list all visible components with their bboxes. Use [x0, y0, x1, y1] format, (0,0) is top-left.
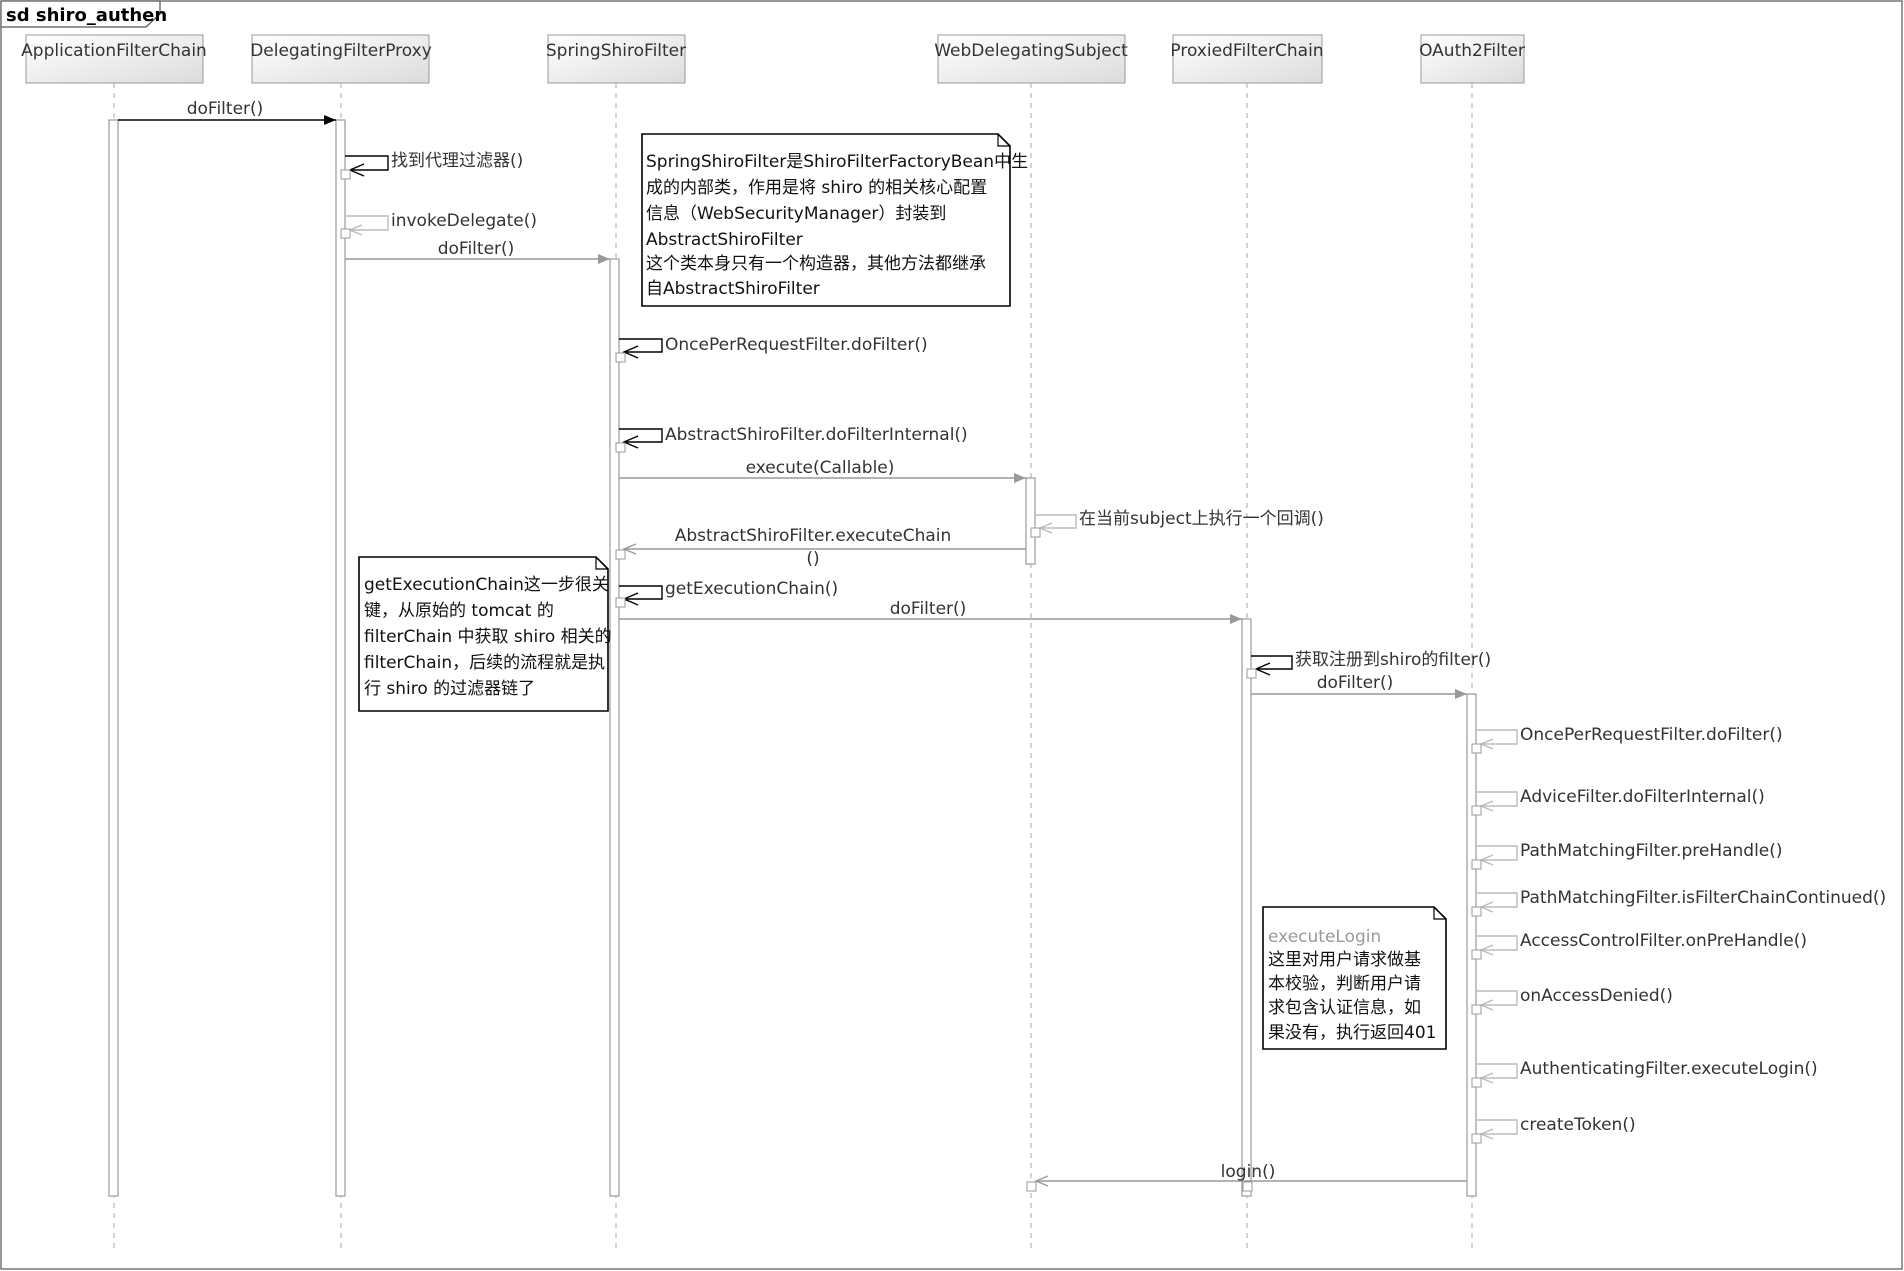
note-line: 成的内部类，作用是将 shiro 的相关核心配置 — [646, 178, 987, 198]
lifeline-label: DelegatingFilterProxy — [250, 41, 432, 61]
activation-bar-applicationfilterchain — [108, 119, 119, 1197]
message-dofilter-to-delegatingfilterproxy[interactable]: doFilter() — [118, 99, 336, 125]
activation-bar-webdelegatingsubject — [1025, 477, 1036, 565]
note-line: 果没有，执行返回401 — [1268, 1023, 1436, 1043]
self-message-execute-callback-on-subject[interactable]: 在当前subject上执行一个回调() — [1030, 509, 1324, 538]
message-dofilter-to-proxiedfilterchain[interactable]: doFilter() — [619, 599, 1242, 624]
message-label: execute(Callable) — [746, 458, 895, 478]
note-line: AbstractShiroFilter — [646, 230, 803, 250]
message-label: login() — [1221, 1162, 1276, 1182]
message-label: 找到代理过滤器() — [391, 151, 523, 171]
note-line: 键，从原始的 tomcat 的 — [364, 601, 554, 621]
self-message-onaccessdenied[interactable]: onAccessDenied() — [1471, 986, 1673, 1015]
note-line: SpringShiroFilter是ShiroFilterFactoryBean… — [646, 152, 1028, 172]
message-label: PathMatchingFilter.preHandle() — [1520, 841, 1783, 861]
message-label-line2: () — [806, 549, 819, 569]
self-message-find-proxy-filter[interactable]: 找到代理过滤器() — [340, 151, 523, 180]
message-label: AbstractShiroFilter.doFilterInternal() — [665, 425, 968, 445]
message-label: doFilter() — [438, 239, 515, 259]
message-label-line1: AbstractShiroFilter.executeChain — [675, 526, 952, 546]
note-line: 自AbstractShiroFilter — [646, 279, 820, 299]
message-label: doFilter() — [890, 599, 967, 619]
note-line: 这里对用户请求做基 — [1268, 950, 1421, 970]
sequence-diagram: sd shiro_authen ApplicationFilterChain D… — [0, 0, 1903, 1270]
frame-title: sd shiro_authen — [6, 5, 167, 26]
note-line: 这个类本身只有一个构造器，其他方法都继承 — [646, 254, 986, 274]
note-line: 求包含认证信息，如 — [1268, 998, 1421, 1018]
lifeline-label: OAuth2Filter — [1419, 41, 1525, 61]
lifeline-label: ApplicationFilterChain — [21, 41, 207, 61]
note-heading: executeLogin — [1268, 927, 1381, 947]
self-message-authenticatingfilter-executelogin[interactable]: AuthenticatingFilter.executeLogin() — [1471, 1059, 1818, 1088]
message-executechain[interactable]: AbstractShiroFilter.executeChain () — [615, 526, 1026, 569]
self-message-pathmatchingfilter-prehandle[interactable]: PathMatchingFilter.preHandle() — [1471, 841, 1783, 870]
message-label: 在当前subject上执行一个回调() — [1079, 509, 1324, 529]
message-dofilter-to-oauth2filter[interactable]: doFilter() — [1251, 673, 1467, 699]
message-label: AuthenticatingFilter.executeLogin() — [1520, 1059, 1818, 1079]
message-label: 获取注册到shiro的filter() — [1295, 650, 1491, 670]
message-label: OncePerRequestFilter.doFilter() — [1520, 725, 1783, 745]
activation-bar-proxiedfilterchain — [1241, 618, 1252, 1197]
message-dofilter-to-springshirofilter[interactable]: doFilter() — [345, 239, 610, 264]
note-line: getExecutionChain这一步很关 — [364, 575, 609, 595]
self-message-pathmatchingfilter-isfilterchaincontinued[interactable]: PathMatchingFilter.isFilterChainContinue… — [1471, 888, 1886, 917]
note-line: filterChain 中获取 shiro 相关的 — [364, 627, 612, 647]
note-line: 行 shiro 的过滤器链了 — [364, 679, 535, 699]
message-execute-callable[interactable]: execute(Callable) — [619, 458, 1026, 483]
lifeline-head-delegatingfilterproxy[interactable]: DelegatingFilterProxy — [250, 34, 432, 84]
note-executelogin: executeLogin 这里对用户请求做基 本校验，判断用户请 求包含认证信息… — [1262, 906, 1447, 1050]
lifeline-label: ProxiedFilterChain — [1170, 41, 1323, 61]
note-getexecutionchain: getExecutionChain这一步很关 键，从原始的 tomcat 的 f… — [358, 556, 612, 712]
note-line: 信息（WebSecurityManager）封装到 — [646, 204, 946, 224]
message-label: OncePerRequestFilter.doFilter() — [665, 335, 928, 355]
self-message-abstractshirofilter-dofilterinternal[interactable]: AbstractShiroFilter.doFilterInternal() — [615, 425, 968, 453]
self-message-advicefilter-dofilterinternal[interactable]: AdviceFilter.doFilterInternal() — [1471, 787, 1765, 816]
message-label: PathMatchingFilter.isFilterChainContinue… — [1520, 888, 1886, 908]
message-label: AccessControlFilter.onPreHandle() — [1520, 931, 1807, 951]
message-label: doFilter() — [1317, 673, 1394, 693]
self-message-createtoken[interactable]: createToken() — [1471, 1115, 1636, 1144]
lifeline-label: SpringShiroFilter — [546, 41, 686, 61]
activation-bar-delegatingfilterproxy — [335, 119, 346, 1197]
note-springshirofilter: SpringShiroFilter是ShiroFilterFactoryBean… — [641, 133, 1028, 307]
note-line: 本校验，判断用户请 — [1268, 974, 1421, 994]
lifeline-head-springshirofilter[interactable]: SpringShiroFilter — [546, 34, 686, 84]
activation-bar-springshirofilter — [609, 258, 620, 1197]
message-login[interactable]: login() — [1026, 1162, 1467, 1192]
lifeline-head-webdelegatingsubject[interactable]: WebDelegatingSubject — [934, 34, 1128, 84]
self-message-onceperrequest-dofilter[interactable]: OncePerRequestFilter.doFilter() — [615, 335, 928, 363]
message-label: onAccessDenied() — [1520, 986, 1673, 1006]
self-message-getexecutionchain[interactable]: getExecutionChain() — [615, 579, 838, 608]
message-label: doFilter() — [187, 99, 264, 119]
note-line: filterChain，后续的流程就是执 — [364, 653, 605, 673]
message-label: createToken() — [1520, 1115, 1636, 1135]
activation-bar-oauth2filter — [1466, 693, 1477, 1197]
lifeline-label: WebDelegatingSubject — [934, 41, 1128, 61]
message-label: invokeDelegate() — [391, 211, 537, 231]
lifeline-head-oauth2filter[interactable]: OAuth2Filter — [1419, 34, 1525, 84]
self-message-oauth2-onceperrequest-dofilter[interactable]: OncePerRequestFilter.doFilter() — [1471, 725, 1783, 754]
lifeline-head-proxiedfilterchain[interactable]: ProxiedFilterChain — [1170, 34, 1324, 84]
sequence-diagram-canvas: sd shiro_authen ApplicationFilterChain D… — [0, 0, 1904, 1271]
self-message-accesscontrolfilter-onprehandle[interactable]: AccessControlFilter.onPreHandle() — [1471, 931, 1807, 960]
lifeline-head-applicationfilterchain[interactable]: ApplicationFilterChain — [21, 34, 207, 84]
message-label: AdviceFilter.doFilterInternal() — [1520, 787, 1765, 807]
message-label: getExecutionChain() — [665, 579, 838, 599]
self-message-invokedelegate[interactable]: invokeDelegate() — [340, 211, 537, 239]
